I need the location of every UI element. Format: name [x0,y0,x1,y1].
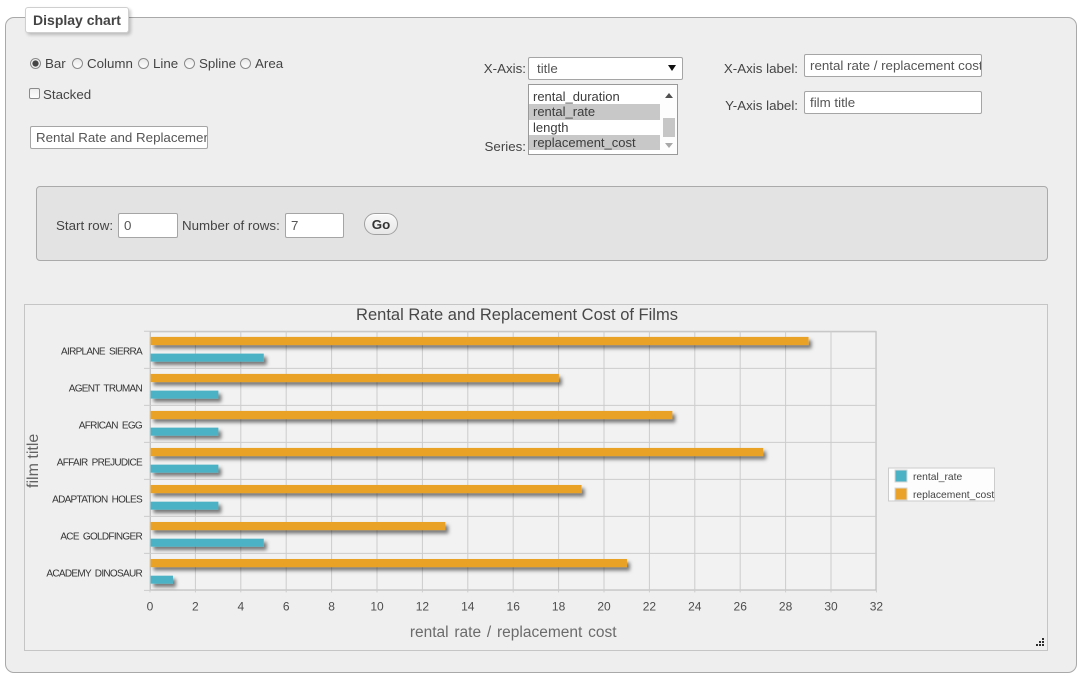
svg-text:ADAPTATION HOLES: ADAPTATION HOLES [52,494,143,505]
svg-text:10: 10 [370,599,384,613]
svg-text:22: 22 [643,599,657,613]
svg-text:24: 24 [688,599,702,613]
svg-text:AFRICAN EGG: AFRICAN EGG [79,420,143,431]
svg-text:12: 12 [416,599,430,613]
svg-text:14: 14 [461,599,475,613]
svg-text:ACE GOLDFINGER: ACE GOLDFINGER [60,531,142,542]
svg-text:film title: film title [25,434,42,488]
svg-text:16: 16 [507,599,521,613]
svg-text:rental rate / replacement cost: rental rate / replacement cost [410,624,617,641]
svg-text:28: 28 [779,599,793,613]
svg-text:30: 30 [824,599,838,613]
svg-text:2: 2 [192,599,199,613]
svg-text:32: 32 [870,599,884,613]
svg-text:ACADEMY DINOSAUR: ACADEMY DINOSAUR [46,568,142,579]
svg-text:26: 26 [734,599,748,613]
svg-text:8: 8 [328,599,335,613]
svg-text:AIRPLANE SIERRA: AIRPLANE SIERRA [61,346,143,357]
svg-text:AGENT TRUMAN: AGENT TRUMAN [69,383,143,394]
svg-text:18: 18 [552,599,566,613]
svg-text:Rental Rate and Replacement Co: Rental Rate and Replacement Cost of Film… [356,306,678,324]
svg-text:AFFAIR PREJUDICE: AFFAIR PREJUDICE [57,457,143,468]
svg-text:0: 0 [147,599,154,613]
svg-text:4: 4 [237,599,244,613]
svg-text:replacement_cost: replacement_cost [913,490,994,501]
svg-text:20: 20 [597,599,611,613]
svg-text:rental_rate: rental_rate [913,472,963,483]
svg-text:6: 6 [283,599,290,613]
